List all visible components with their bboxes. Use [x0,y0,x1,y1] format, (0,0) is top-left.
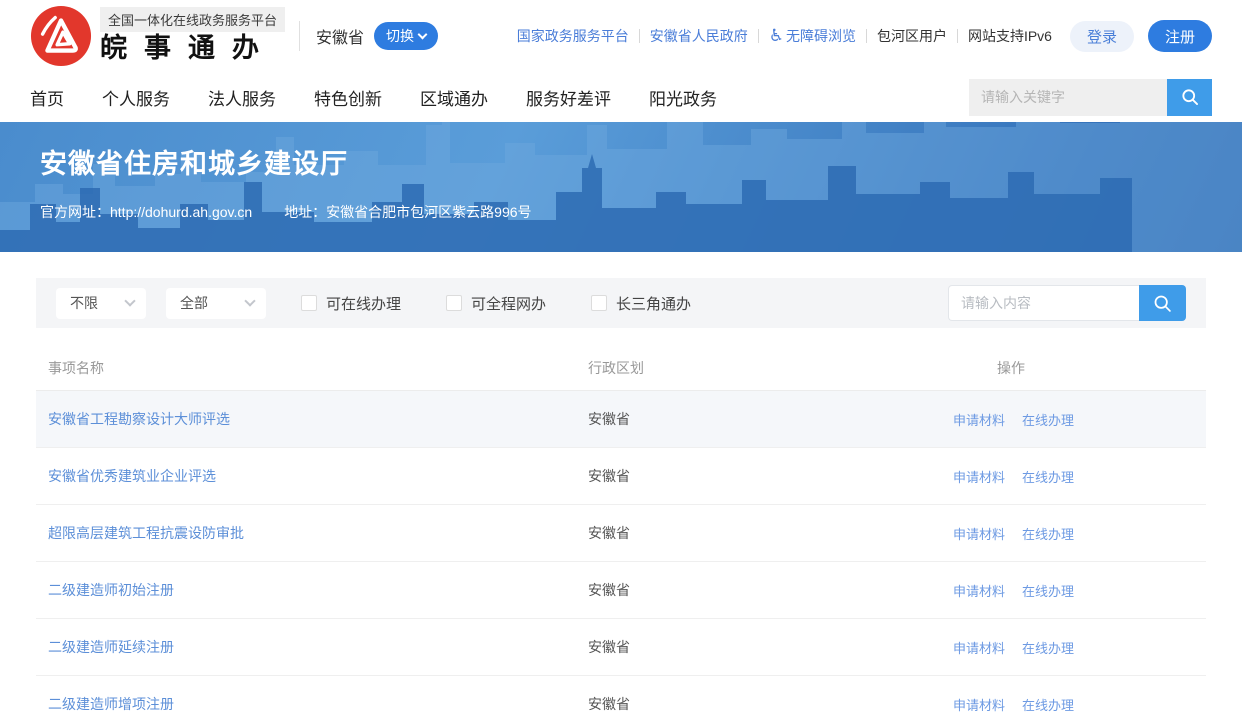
checkbox-label: 长三角通办 [616,293,691,314]
site-title: 皖事通办 [100,32,285,64]
list-search [948,285,1186,321]
table-row: 超限高层建筑工程抗震设防审批 安徽省 申请材料 在线办理 [36,505,1206,562]
online-processing-link[interactable]: 在线办理 [1022,638,1074,657]
service-region: 安徽省 [588,409,953,429]
online-processing-link[interactable]: 在线办理 [1022,410,1074,429]
wheelchair-icon: ♿ [769,26,784,45]
search-icon [1180,87,1200,107]
filter-dropdown-1-value: 不限 [70,293,98,313]
service-link[interactable]: 安徽省优秀建筑业企业评选 [48,468,216,484]
chevron-down-icon [244,295,255,306]
checkbox-label: 可在线办理 [326,293,401,314]
service-link[interactable]: 超限高层建筑工程抗震设防审批 [48,525,244,541]
link-separator [758,29,759,43]
platform-badge: 全国一体化在线政务服务平台 [100,7,285,32]
column-header-name: 事项名称 [36,358,588,378]
apply-materials-link[interactable]: 申请材料 [953,581,1005,600]
link-national-platform[interactable]: 国家政务服务平台 [517,26,629,46]
link-separator [639,29,640,43]
site-search-input[interactable] [969,79,1167,116]
apply-materials-link[interactable]: 申请材料 [953,410,1005,429]
main-nav: 首页 个人服务 法人服务 特色创新 区域通办 服务好差评 阳光政务 [0,72,1242,122]
header-divider [299,21,300,51]
apply-materials-link[interactable]: 申请材料 [953,524,1005,543]
nav-item-personal-services[interactable]: 个人服务 [102,85,170,110]
list-search-button[interactable] [1139,285,1186,321]
switch-region-button[interactable]: 切换 [374,22,438,50]
nav-item-home[interactable]: 首页 [30,85,64,110]
nav-item-legal-services[interactable]: 法人服务 [208,85,276,110]
online-processing-link[interactable]: 在线办理 [1022,581,1074,600]
login-button[interactable]: 登录 [1070,21,1134,52]
checkbox-icon [446,295,462,311]
table-row: 二级建造师延续注册 安徽省 申请材料 在线办理 [36,619,1206,676]
service-region: 安徽省 [588,637,953,657]
services-table: 事项名称 行政区划 操作 安徽省工程勘察设计大师评选 安徽省 申请材料 在线办理… [36,346,1206,727]
apply-materials-link[interactable]: 申请材料 [953,638,1005,657]
service-link[interactable]: 二级建造师增项注册 [48,696,174,712]
checkbox-yangtze-delta[interactable]: 长三角通办 [591,293,691,314]
department-title: 安徽省住房和城乡建设厅 [40,142,348,181]
list-search-input[interactable] [948,285,1139,321]
nav-items: 首页 个人服务 法人服务 特色创新 区域通办 服务好差评 阳光政务 [30,85,717,110]
site-search-button[interactable] [1167,79,1212,116]
top-links: 国家政务服务平台 安徽省人民政府 ♿无障碍浏览 包河区用户 网站支持IPv6 [517,26,1052,46]
online-processing-link[interactable]: 在线办理 [1022,524,1074,543]
service-link[interactable]: 安徽省工程勘察设计大师评选 [48,411,230,427]
filter-dropdown-2[interactable]: 全部 [166,288,266,319]
brand-block: 全国一体化在线政务服务平台 皖事通办 [100,7,285,64]
service-region: 安徽省 [588,580,953,600]
switch-region-label: 切换 [386,26,414,46]
chevron-down-icon [124,295,135,306]
online-processing-link[interactable]: 在线办理 [1022,695,1074,714]
accessibility-label: 无障碍浏览 [786,28,856,44]
filter-dropdown-1[interactable]: 不限 [56,288,146,319]
checkbox-label: 可全程网办 [471,293,546,314]
filter-bar: 不限 全部 可在线办理 可全程网办 长三角通办 [36,278,1206,328]
top-bar: 全国一体化在线政务服务平台 皖事通办 安徽省 切换 国家政务服务平台 安徽省人民… [0,0,1242,72]
apply-materials-link[interactable]: 申请材料 [953,695,1005,714]
site-search [969,79,1212,116]
table-row: 二级建造师初始注册 安徽省 申请材料 在线办理 [36,562,1206,619]
table-row: 安徽省优秀建筑业企业评选 安徽省 申请材料 在线办理 [36,448,1206,505]
table-header: 事项名称 行政区划 操作 [36,346,1206,391]
checkbox-online-processing[interactable]: 可在线办理 [301,293,401,314]
checkbox-icon [301,295,317,311]
search-icon [1152,293,1173,314]
chevron-down-icon [418,29,428,39]
apply-materials-link[interactable]: 申请材料 [953,467,1005,486]
official-website: 官方网址：http://dohurd.ah.gov.cn [40,202,252,222]
link-separator [866,29,867,43]
link-ipv6-support[interactable]: 网站支持IPv6 [968,26,1052,46]
service-link[interactable]: 二级建造师延续注册 [48,639,174,655]
online-processing-link[interactable]: 在线办理 [1022,467,1074,486]
table-row: 安徽省工程勘察设计大师评选 安徽省 申请材料 在线办理 [36,391,1206,448]
nav-item-regional[interactable]: 区域通办 [420,85,488,110]
link-baohe-users[interactable]: 包河区用户 [877,26,947,46]
link-anhui-government[interactable]: 安徽省人民政府 [650,26,748,46]
table-row: 二级建造师增项注册 安徽省 申请材料 在线办理 [36,676,1206,727]
site-logo-icon [30,5,92,67]
service-region: 安徽省 [588,694,953,714]
department-address: 地址：安徽省合肥市包河区紫云路996号 [284,202,531,222]
department-info: 官方网址：http://dohurd.ah.gov.cn 地址：安徽省合肥市包河… [40,202,532,222]
nav-item-service-rating[interactable]: 服务好差评 [526,85,611,110]
service-region: 安徽省 [588,523,953,543]
service-link[interactable]: 二级建造师初始注册 [48,582,174,598]
department-banner: 安徽省住房和城乡建设厅 官方网址：http://dohurd.ah.gov.cn… [0,122,1242,252]
filter-dropdown-2-value: 全部 [180,293,208,313]
column-header-region: 行政区划 [588,358,953,378]
nav-item-open-government[interactable]: 阳光政务 [649,85,717,110]
current-region-label: 安徽省 [316,24,364,48]
nav-item-featured-innovation[interactable]: 特色创新 [314,85,382,110]
service-region: 安徽省 [588,466,953,486]
main-content: 不限 全部 可在线办理 可全程网办 长三角通办 [0,252,1242,727]
checkbox-icon [591,295,607,311]
link-accessibility[interactable]: ♿无障碍浏览 [769,26,856,46]
link-separator [957,29,958,43]
register-button[interactable]: 注册 [1148,20,1212,52]
checkbox-full-online[interactable]: 可全程网办 [446,293,546,314]
column-header-actions: 操作 [953,358,1206,378]
filter-checkboxes: 可在线办理 可全程网办 长三角通办 [301,293,691,314]
